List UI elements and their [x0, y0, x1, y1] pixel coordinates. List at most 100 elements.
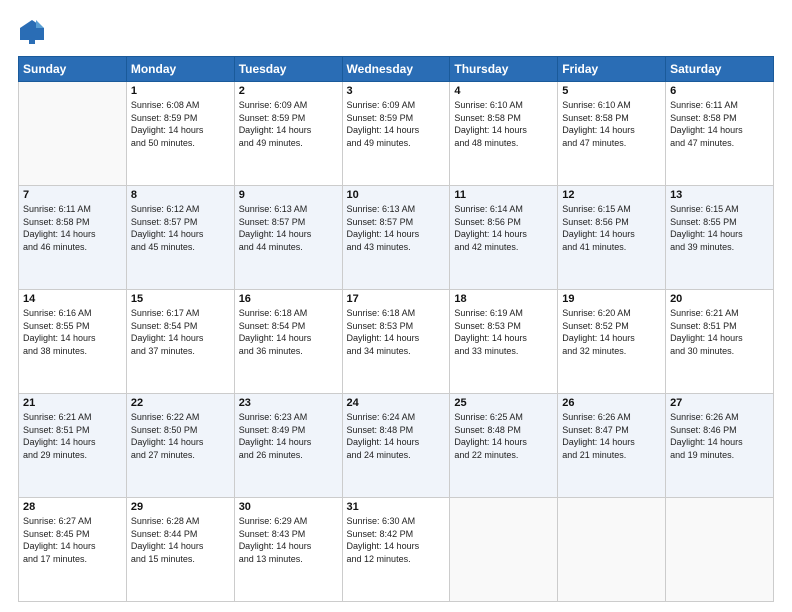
day-info: Sunrise: 6:18 AM Sunset: 8:53 PM Dayligh…	[347, 307, 446, 357]
calendar-cell: 26 Sunrise: 6:26 AM Sunset: 8:47 PM Dayli…	[558, 394, 666, 498]
day-number: 24	[347, 397, 446, 409]
calendar-cell: 17 Sunrise: 6:18 AM Sunset: 8:53 PM Dayli…	[342, 290, 450, 394]
day-info: Sunrise: 6:25 AM Sunset: 8:48 PM Dayligh…	[454, 411, 553, 461]
calendar-cell: 21 Sunrise: 6:21 AM Sunset: 8:51 PM Dayli…	[19, 394, 127, 498]
calendar-cell	[558, 498, 666, 602]
calendar-cell: 7Sunrise: 6:11 AM Sunset: 8:58 PM Daylig…	[19, 186, 127, 290]
day-number: 26	[562, 397, 661, 409]
day-info: Sunrise: 6:17 AM Sunset: 8:54 PM Dayligh…	[131, 307, 230, 357]
calendar-week-row: 1 Sunrise: 6:08 AM Sunset: 8:59 PM Daylig…	[19, 82, 774, 186]
calendar-header-monday: Monday	[126, 57, 234, 82]
day-number: 5	[562, 85, 661, 97]
day-number: 11	[454, 189, 553, 201]
day-number: 13	[670, 189, 769, 201]
day-info: Sunrise: 6:12 AM Sunset: 8:57 PM Dayligh…	[131, 203, 230, 253]
calendar-header-saturday: Saturday	[666, 57, 774, 82]
logo-icon	[18, 18, 46, 46]
day-number: 12	[562, 189, 661, 201]
calendar-cell: 25 Sunrise: 6:25 AM Sunset: 8:48 PM Dayli…	[450, 394, 558, 498]
day-info: Sunrise: 6:08 AM Sunset: 8:59 PM Dayligh…	[131, 99, 230, 149]
day-info: Sunrise: 6:13 AM Sunset: 8:57 PM Dayligh…	[347, 203, 446, 253]
calendar-cell: 12 Sunrise: 6:15 AM Sunset: 8:56 PM Dayli…	[558, 186, 666, 290]
day-info: Sunrise: 6:28 AM Sunset: 8:44 PM Dayligh…	[131, 515, 230, 565]
calendar-cell: 5 Sunrise: 6:10 AM Sunset: 8:58 PM Daylig…	[558, 82, 666, 186]
calendar-header-tuesday: Tuesday	[234, 57, 342, 82]
day-number: 6	[670, 85, 769, 97]
day-number: 22	[131, 397, 230, 409]
day-info: Sunrise: 6:23 AM Sunset: 8:49 PM Dayligh…	[239, 411, 338, 461]
calendar-cell: 15 Sunrise: 6:17 AM Sunset: 8:54 PM Dayli…	[126, 290, 234, 394]
day-info: Sunrise: 6:26 AM Sunset: 8:47 PM Dayligh…	[562, 411, 661, 461]
day-number: 1	[131, 85, 230, 97]
page: SundayMondayTuesdayWednesdayThursdayFrid…	[0, 0, 792, 612]
calendar-header-sunday: Sunday	[19, 57, 127, 82]
calendar-cell: 2Sunrise: 6:09 AM Sunset: 8:59 PM Daylig…	[234, 82, 342, 186]
day-info: Sunrise: 6:21 AM Sunset: 8:51 PM Dayligh…	[670, 307, 769, 357]
day-number: 20	[670, 293, 769, 305]
calendar-cell: 11 Sunrise: 6:14 AM Sunset: 8:56 PM Dayli…	[450, 186, 558, 290]
calendar-cell: 13Sunrise: 6:15 AM Sunset: 8:55 PM Dayli…	[666, 186, 774, 290]
day-number: 21	[23, 397, 122, 409]
calendar-cell	[450, 498, 558, 602]
calendar-header-row: SundayMondayTuesdayWednesdayThursdayFrid…	[19, 57, 774, 82]
day-number: 31	[347, 501, 446, 513]
calendar-cell: 4 Sunrise: 6:10 AM Sunset: 8:58 PM Daylig…	[450, 82, 558, 186]
calendar-header-friday: Friday	[558, 57, 666, 82]
day-info: Sunrise: 6:20 AM Sunset: 8:52 PM Dayligh…	[562, 307, 661, 357]
day-info: Sunrise: 6:14 AM Sunset: 8:56 PM Dayligh…	[454, 203, 553, 253]
calendar-table: SundayMondayTuesdayWednesdayThursdayFrid…	[18, 56, 774, 602]
calendar-header-thursday: Thursday	[450, 57, 558, 82]
day-number: 28	[23, 501, 122, 513]
day-number: 2	[239, 85, 338, 97]
calendar-cell: 1 Sunrise: 6:08 AM Sunset: 8:59 PM Daylig…	[126, 82, 234, 186]
day-number: 14	[23, 293, 122, 305]
calendar-cell: 10 Sunrise: 6:13 AM Sunset: 8:57 PM Dayli…	[342, 186, 450, 290]
calendar-cell: 9Sunrise: 6:13 AM Sunset: 8:57 PM Daylig…	[234, 186, 342, 290]
calendar-week-row: 14Sunrise: 6:16 AM Sunset: 8:55 PM Dayli…	[19, 290, 774, 394]
day-info: Sunrise: 6:10 AM Sunset: 8:58 PM Dayligh…	[562, 99, 661, 149]
day-number: 30	[239, 501, 338, 513]
day-info: Sunrise: 6:22 AM Sunset: 8:50 PM Dayligh…	[131, 411, 230, 461]
calendar-cell: 30 Sunrise: 6:29 AM Sunset: 8:43 PM Dayli…	[234, 498, 342, 602]
calendar-cell: 23 Sunrise: 6:23 AM Sunset: 8:49 PM Dayli…	[234, 394, 342, 498]
day-number: 10	[347, 189, 446, 201]
calendar-cell: 27 Sunrise: 6:26 AM Sunset: 8:46 PM Dayli…	[666, 394, 774, 498]
calendar-cell: 18 Sunrise: 6:19 AM Sunset: 8:53 PM Dayli…	[450, 290, 558, 394]
header	[18, 18, 774, 46]
calendar-cell: 31Sunrise: 6:30 AM Sunset: 8:42 PM Dayli…	[342, 498, 450, 602]
calendar-cell: 24 Sunrise: 6:24 AM Sunset: 8:48 PM Dayli…	[342, 394, 450, 498]
day-info: Sunrise: 6:10 AM Sunset: 8:58 PM Dayligh…	[454, 99, 553, 149]
calendar-week-row: 28 Sunrise: 6:27 AM Sunset: 8:45 PM Dayli…	[19, 498, 774, 602]
day-info: Sunrise: 6:11 AM Sunset: 8:58 PM Dayligh…	[670, 99, 769, 149]
day-number: 17	[347, 293, 446, 305]
day-info: Sunrise: 6:29 AM Sunset: 8:43 PM Dayligh…	[239, 515, 338, 565]
day-info: Sunrise: 6:19 AM Sunset: 8:53 PM Dayligh…	[454, 307, 553, 357]
calendar-cell: 8 Sunrise: 6:12 AM Sunset: 8:57 PM Daylig…	[126, 186, 234, 290]
day-info: Sunrise: 6:21 AM Sunset: 8:51 PM Dayligh…	[23, 411, 122, 461]
day-number: 18	[454, 293, 553, 305]
day-number: 3	[347, 85, 446, 97]
day-number: 25	[454, 397, 553, 409]
calendar-cell	[19, 82, 127, 186]
day-info: Sunrise: 6:18 AM Sunset: 8:54 PM Dayligh…	[239, 307, 338, 357]
calendar-cell: 28 Sunrise: 6:27 AM Sunset: 8:45 PM Dayli…	[19, 498, 127, 602]
day-number: 29	[131, 501, 230, 513]
calendar-cell: 16 Sunrise: 6:18 AM Sunset: 8:54 PM Dayli…	[234, 290, 342, 394]
calendar-cell: 29 Sunrise: 6:28 AM Sunset: 8:44 PM Dayli…	[126, 498, 234, 602]
calendar-week-row: 21 Sunrise: 6:21 AM Sunset: 8:51 PM Dayli…	[19, 394, 774, 498]
day-info: Sunrise: 6:27 AM Sunset: 8:45 PM Dayligh…	[23, 515, 122, 565]
day-number: 9	[239, 189, 338, 201]
day-info: Sunrise: 6:24 AM Sunset: 8:48 PM Dayligh…	[347, 411, 446, 461]
calendar-week-row: 7Sunrise: 6:11 AM Sunset: 8:58 PM Daylig…	[19, 186, 774, 290]
day-number: 15	[131, 293, 230, 305]
calendar-cell: 19 Sunrise: 6:20 AM Sunset: 8:52 PM Dayli…	[558, 290, 666, 394]
day-info: Sunrise: 6:26 AM Sunset: 8:46 PM Dayligh…	[670, 411, 769, 461]
day-number: 19	[562, 293, 661, 305]
day-number: 4	[454, 85, 553, 97]
day-number: 16	[239, 293, 338, 305]
day-info: Sunrise: 6:15 AM Sunset: 8:56 PM Dayligh…	[562, 203, 661, 253]
day-number: 23	[239, 397, 338, 409]
day-number: 7	[23, 189, 122, 201]
day-number: 27	[670, 397, 769, 409]
day-number: 8	[131, 189, 230, 201]
